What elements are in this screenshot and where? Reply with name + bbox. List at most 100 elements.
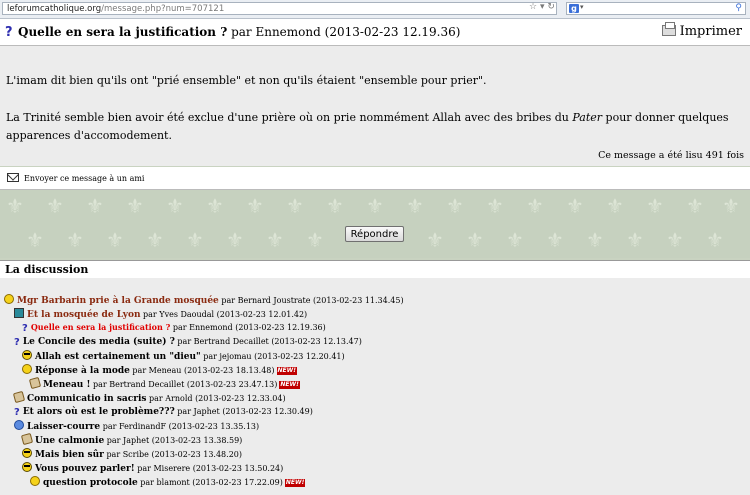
thread-title-link-current[interactable]: Quelle en sera la justification ? [31, 322, 170, 332]
thread-title-link[interactable]: Une calmonie [35, 436, 104, 446]
chevron-down-icon[interactable]: ▾ [580, 3, 584, 11]
fleur-de-lys-icon: ⚜ [426, 228, 444, 252]
thread-title-link[interactable]: Et la mosquée de Lyon [27, 310, 140, 320]
list-item: Meneau ! par Bertrand Decaillet (2013-02… [28, 376, 300, 391]
tv-icon [14, 308, 24, 318]
message-paragraph-2: La Trinité semble bien avoir été exclue … [6, 109, 741, 145]
thread-date: (2013-02-23 23.47.13) [186, 380, 278, 389]
thread-title-link[interactable]: question protocole [43, 478, 138, 488]
list-item: ? Quelle en sera la justification ? par E… [22, 322, 326, 334]
fleur-de-lys-background: ⚜ ⚜ ⚜ ⚜ ⚜ ⚜ ⚜ ⚜ ⚜ ⚜ ⚜ ⚜ ⚜ ⚜ ⚜ ⚜ ⚜ ⚜ ⚜ ⚜ … [0, 190, 750, 258]
thread-author: par Yves Daoudal [143, 310, 215, 319]
message-paragraph-1: L'imam dit bien qu'ils ont "prié ensembl… [6, 74, 487, 87]
thread-date: (2013-02-23 13.50.24) [192, 464, 284, 473]
thread-date: (2013-02-23 12.33.04) [195, 394, 286, 403]
list-item: Vous pouvez parler! par Miserere (2013-0… [22, 462, 283, 475]
scroll-icon [28, 376, 42, 390]
fleur-de-lys-icon: ⚜ [722, 194, 740, 218]
url-buttons: ☆ ▾ ↻ [529, 2, 555, 12]
thread-author: par Bernard Joustrate [221, 296, 311, 305]
scroll-icon [12, 390, 26, 404]
thread-author: par Japhet [177, 407, 220, 416]
fleur-de-lys-icon: ⚜ [106, 228, 124, 252]
message-author: Ennemond [255, 25, 321, 39]
read-count-prefix: Ce message a été lisu [598, 150, 703, 161]
url-domain: leforumcatholique.org [7, 4, 102, 14]
smiley-icon [4, 294, 14, 304]
thread-title-link[interactable]: Laisser-courre [27, 422, 100, 432]
fleur-de-lys-icon: ⚜ [206, 194, 224, 218]
thread-date: (2013-02-23 11.34.45) [313, 296, 404, 305]
question-icon: ? [22, 323, 28, 334]
reload-icon[interactable]: ↻ [547, 2, 555, 12]
fleur-de-lys-icon: ⚜ [226, 228, 244, 252]
search-box[interactable]: g ▾ ⚲ [566, 2, 746, 15]
list-item: Réponse à la mode par Meneau (2013-02-23… [22, 364, 297, 377]
print-link[interactable]: Imprimer [661, 22, 742, 39]
thread-author: par Arnold [149, 394, 193, 403]
thread-title-link[interactable]: Le Concile des media (suite) ? [23, 337, 175, 347]
thread-author: par Scribe [106, 450, 149, 459]
thread-date: (2013-02-23 12.19.36) [235, 323, 326, 332]
thread-title-link[interactable]: Mgr Barbarin prie à la Grande mosquée [17, 296, 219, 306]
fleur-de-lys-icon: ⚜ [6, 194, 24, 218]
paragraph-2-italic: Pater [572, 111, 603, 124]
thread-title-link[interactable]: Communicatio in sacris [27, 394, 146, 404]
address-bar[interactable]: leforumcatholique.org/message.php?num=70… [2, 2, 557, 15]
thread-title-link[interactable]: Allah est certainement un "dieu" [35, 352, 201, 362]
thread-author: par Bertrand Decaillet [177, 337, 269, 346]
fleur-de-lys-icon: ⚜ [546, 228, 564, 252]
reply-button[interactable]: Répondre [345, 226, 404, 242]
message-body: L'imam dit bien qu'ils ont "prié ensembl… [0, 46, 750, 166]
send-to-friend-link[interactable]: Envoyer ce message à un ami [24, 174, 144, 183]
discussion-heading-bar: La discussion [0, 260, 750, 279]
fleur-de-lys-icon: ⚜ [646, 194, 664, 218]
question-icon: ? [5, 25, 13, 40]
message-date: (2013-02-23 12.19.36) [324, 25, 461, 39]
bookmark-star-icon[interactable]: ☆ [529, 2, 537, 12]
discussion-tree: Mgr Barbarin prie à la Grande mosquée pa… [0, 278, 750, 495]
thread-author: par Ennemond [172, 323, 233, 332]
cool-smiley-icon [22, 448, 32, 458]
fleur-de-lys-icon: ⚜ [406, 194, 424, 218]
list-item: Laisser-courre par FerdinandF (2013-02-2… [14, 420, 259, 433]
print-label[interactable]: Imprimer [680, 24, 742, 39]
fleur-de-lys-icon: ⚜ [566, 194, 584, 218]
thread-author: par Miserere [137, 464, 191, 473]
fleur-de-lys-icon: ⚜ [686, 194, 704, 218]
fleur-de-lys-icon: ⚜ [586, 228, 604, 252]
thread-author: par Japhet [106, 436, 150, 445]
scroll-icon [20, 432, 34, 446]
fleur-de-lys-icon: ⚜ [666, 228, 684, 252]
thread-title-link[interactable]: Mais bien sûr [35, 450, 104, 460]
fleur-de-lys-icon: ⚜ [46, 194, 64, 218]
list-item: Et la mosquée de Lyon par Yves Daoudal (… [14, 308, 307, 321]
smiley-icon [30, 476, 40, 486]
printer-icon[interactable] [661, 22, 676, 36]
dropdown-arrow-icon[interactable]: ▾ [540, 2, 545, 12]
thread-date: (2013-02-23 12.13.47) [271, 337, 362, 346]
thread-author: par FerdinandF [102, 422, 167, 431]
thread-date: (2013-02-23 12.01.42) [216, 310, 308, 319]
fleur-de-lys-icon: ⚜ [26, 228, 44, 252]
thread-title-link[interactable]: Meneau ! [43, 380, 90, 390]
thread-date: (2013-02-23 13.38.59) [151, 436, 243, 445]
fleur-de-lys-icon: ⚜ [186, 228, 204, 252]
fleur-de-lys-icon: ⚜ [326, 194, 344, 218]
thread-date: (2013-02-23 13.35.13) [168, 422, 260, 431]
magnifier-icon[interactable]: ⚲ [735, 3, 742, 13]
fleur-de-lys-icon: ⚜ [126, 194, 144, 218]
fleur-de-lys-icon: ⚜ [526, 194, 544, 218]
fleur-de-lys-icon: ⚜ [506, 228, 524, 252]
send-to-friend-bar: Envoyer ce message à un ami [0, 167, 750, 190]
url-path: /message.php?num=707121 [101, 4, 225, 14]
thread-title-link[interactable]: Vous pouvez parler! [35, 464, 135, 474]
thread-date: (2013-02-23 17.22.09) [192, 478, 283, 487]
thread-date: (2013-02-23 18.13.48) [183, 366, 275, 375]
thread-title-link[interactable]: Réponse à la mode [35, 366, 130, 376]
thread-title-link[interactable]: Et alors où est le problème??? [23, 407, 175, 417]
fleur-de-lys-icon: ⚜ [286, 194, 304, 218]
thread-author: par Meneau [132, 366, 182, 375]
envelope-icon[interactable] [7, 173, 19, 182]
search-engine-icon[interactable]: g [569, 4, 579, 13]
